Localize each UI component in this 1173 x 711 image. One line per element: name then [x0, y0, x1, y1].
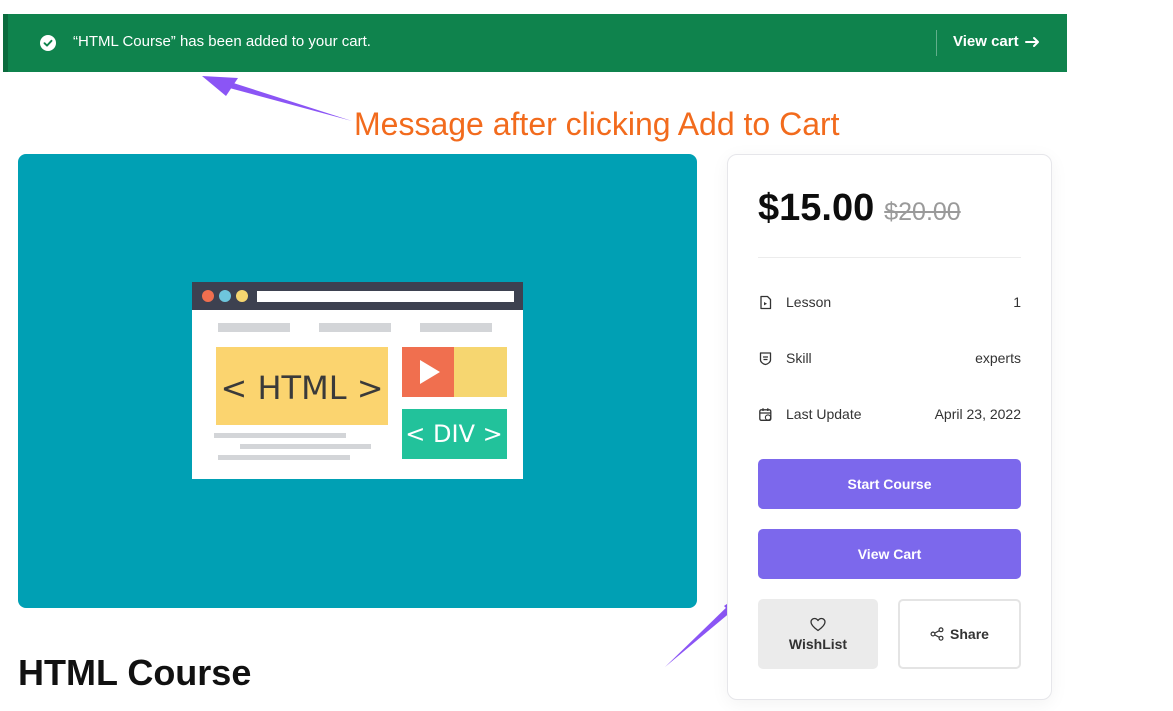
course-title: HTML Course — [18, 652, 252, 693]
view-cart-link-label: View cart — [953, 33, 1019, 50]
meta-row-last-update: Last Update April 23, 2022 — [758, 403, 1021, 425]
calendar-icon — [759, 407, 772, 421]
meta-value: experts — [975, 350, 1021, 366]
meta-label: Skill — [786, 350, 812, 366]
share-button[interactable]: Share — [898, 599, 1021, 669]
price-row: $15.00 $20.00 — [758, 187, 961, 230]
share-icon — [930, 627, 944, 641]
course-thumbnail: < HTML > < DIV > — [18, 154, 697, 608]
lesson-icon — [760, 295, 772, 309]
meta-label: Lesson — [786, 294, 832, 310]
meta-value: April 23, 2022 — [934, 406, 1021, 422]
cart-notice-message: “HTML Course” has been added to your car… — [73, 33, 371, 50]
view-cart-button[interactable]: View Cart — [758, 529, 1021, 579]
page: “HTML Course” has been added to your car… — [0, 0, 1173, 711]
heart-icon — [810, 617, 826, 631]
skill-icon — [759, 351, 772, 365]
start-course-button[interactable]: Start Course — [758, 459, 1021, 509]
arrow-to-notice-icon — [202, 76, 352, 121]
meta-label: Last Update — [786, 406, 862, 422]
sale-price: $15.00 — [758, 187, 875, 229]
view-cart-link[interactable]: View cart — [953, 33, 1041, 50]
annotation-text: Message after clicking Add to Cart — [354, 106, 840, 142]
meta-row-lesson: Lesson 1 — [758, 291, 1021, 313]
notice-divider — [936, 30, 937, 56]
check-circle-icon — [40, 35, 56, 51]
div-illustration-label: < DIV > — [405, 420, 502, 448]
html-illustration-label: < HTML > — [220, 369, 383, 407]
cart-notice: “HTML Course” has been added to your car… — [3, 14, 1067, 72]
meta-row-skill: Skill experts — [758, 347, 1021, 369]
price-divider — [758, 257, 1021, 258]
html-course-illustration: < HTML > < DIV > — [192, 282, 523, 479]
wishlist-label: WishList — [788, 635, 848, 652]
regular-price: $20.00 — [884, 198, 961, 226]
course-sidebar-card: $15.00 $20.00 Lesson 1 Skill experts Las… — [727, 154, 1052, 700]
arrow-right-icon — [1024, 36, 1039, 47]
share-label: Share — [950, 626, 989, 642]
meta-value: 1 — [1013, 294, 1021, 310]
wishlist-button[interactable]: WishList — [758, 599, 878, 669]
